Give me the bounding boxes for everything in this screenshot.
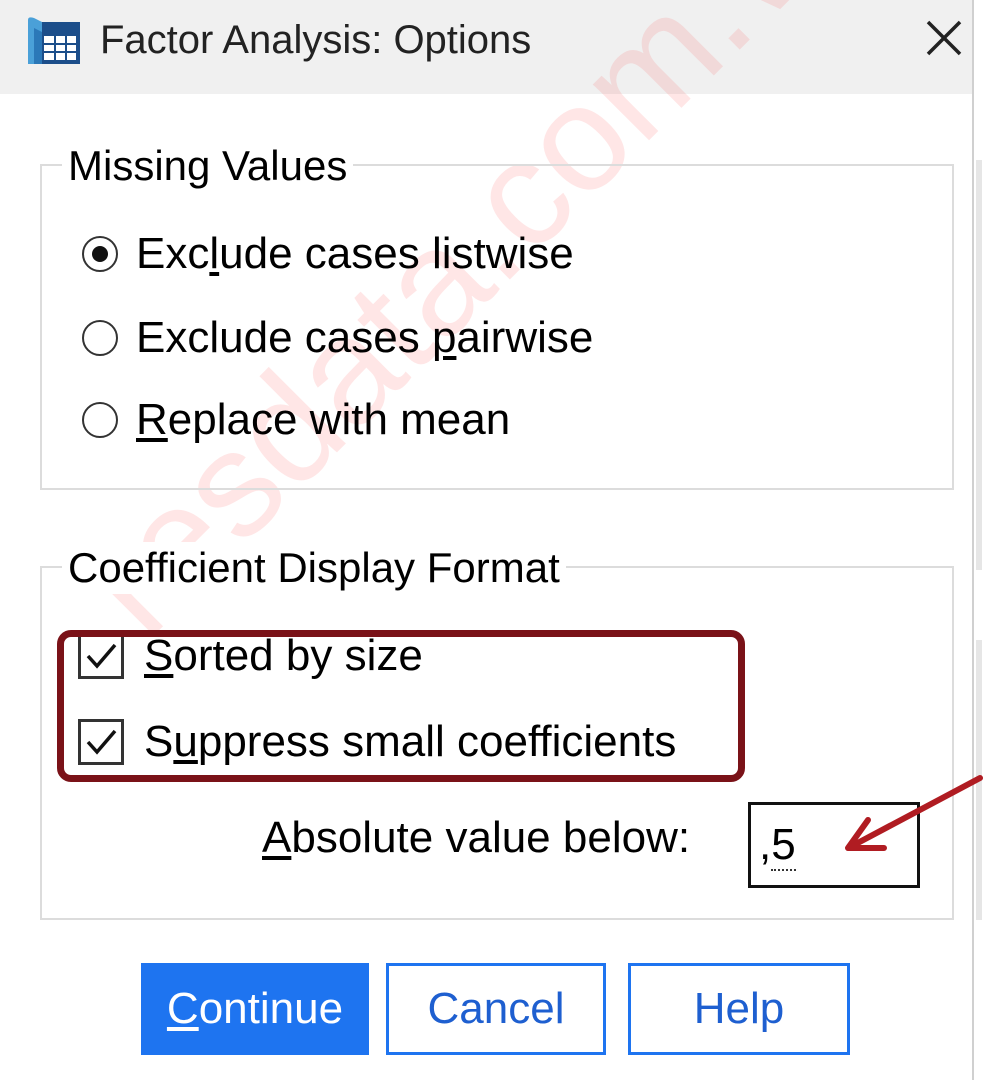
radio-exclude-pairwise[interactable]: Exclude cases pairwise	[82, 310, 593, 366]
highlight-box	[57, 630, 745, 782]
radio-label: Exclude cases listwise	[136, 229, 574, 278]
continue-button[interactable]: Continue	[141, 963, 369, 1055]
title-bar: Factor Analysis: Options	[0, 0, 985, 94]
radio-exclude-listwise[interactable]: Exclude cases listwise	[82, 226, 574, 282]
radio-button[interactable]	[82, 402, 118, 438]
missing-values-legend: Missing Values	[62, 140, 354, 192]
radio-button-selected[interactable]	[82, 236, 118, 272]
radio-label: Replace with mean	[136, 395, 511, 444]
absolute-value-label: Absolute value below:	[262, 813, 691, 862]
coefficient-display-legend: Coefficient Display Format	[62, 542, 566, 594]
cancel-button[interactable]: Cancel	[386, 963, 606, 1055]
window-title: Factor Analysis: Options	[100, 18, 532, 62]
side-panel-edge	[976, 160, 982, 570]
arrow-annotation-icon	[845, 775, 983, 851]
help-button[interactable]: Help	[628, 963, 850, 1055]
radio-replace-mean[interactable]: Replace with mean	[82, 392, 510, 448]
spss-dialog-icon	[28, 17, 80, 64]
close-icon[interactable]	[918, 14, 968, 64]
radio-label: Exclude cases pairwise	[136, 313, 594, 362]
radio-button[interactable]	[82, 320, 118, 356]
